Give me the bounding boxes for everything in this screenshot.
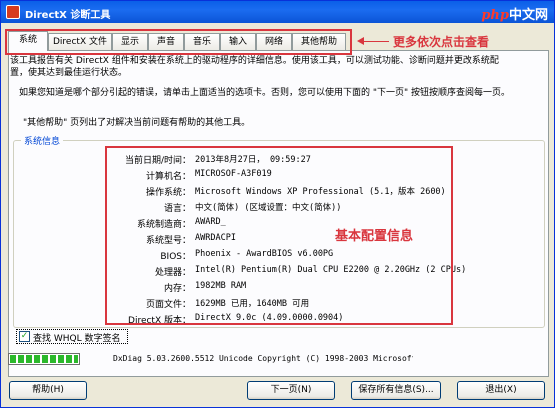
window-title: DirectX 诊断工具 (25, 10, 111, 21)
intro-line-4: "其他帮助" 页列出了对解决当前问题有帮助的其他工具。 (23, 118, 251, 128)
progress-bar (8, 353, 80, 365)
copyright-text: DxDiag 5.03.2600.5512 Unicode Copyright … (113, 354, 413, 363)
directx-app-icon (6, 5, 20, 19)
whql-checkbox[interactable]: ✓ (19, 331, 30, 342)
whql-checkbox-label[interactable]: 查找 WHQL 数字签名 (33, 331, 121, 344)
exit-button[interactable]: 退出(X) (457, 381, 545, 400)
intro-text: 该工具报告有关 DirectX 组件和安装在系统上的驱动程序的详细信息。使用该工… (10, 55, 540, 79)
system-info-title: 系统信息 (21, 134, 64, 147)
php-cn-watermark-logo: php中文网 (481, 8, 548, 23)
annotation-arrow-line (359, 41, 389, 42)
save-all-info-button[interactable]: 保存所有信息(S)... (351, 381, 441, 400)
next-page-button[interactable]: 下一页(N) (247, 381, 335, 400)
intro-line-2: 置，使其达到最佳运行状态。 (10, 68, 128, 78)
config-annotation: 基本配置信息 (335, 229, 414, 244)
help-button[interactable]: 帮助(H) (9, 381, 87, 400)
title-bar[interactable]: DirectX 诊断工具 php中文网 (1, 1, 554, 23)
intro-line-3: 如果您知道是哪个部分引起的错误，请单击上面适当的选项卡。否则，您可以使用下面的 … (19, 88, 511, 98)
tabs-highlight-box (5, 29, 352, 55)
dxdiag-window: DirectX 诊断工具 php中文网 系统 DirectX 文件 显示 声音 … (0, 0, 555, 408)
progress-fill (10, 355, 78, 363)
tabs-annotation: 更多依次点击查看 (393, 35, 490, 49)
intro-line-1: 该工具报告有关 DirectX 组件和安装在系统上的驱动程序的详细信息。使用该工… (10, 56, 499, 66)
